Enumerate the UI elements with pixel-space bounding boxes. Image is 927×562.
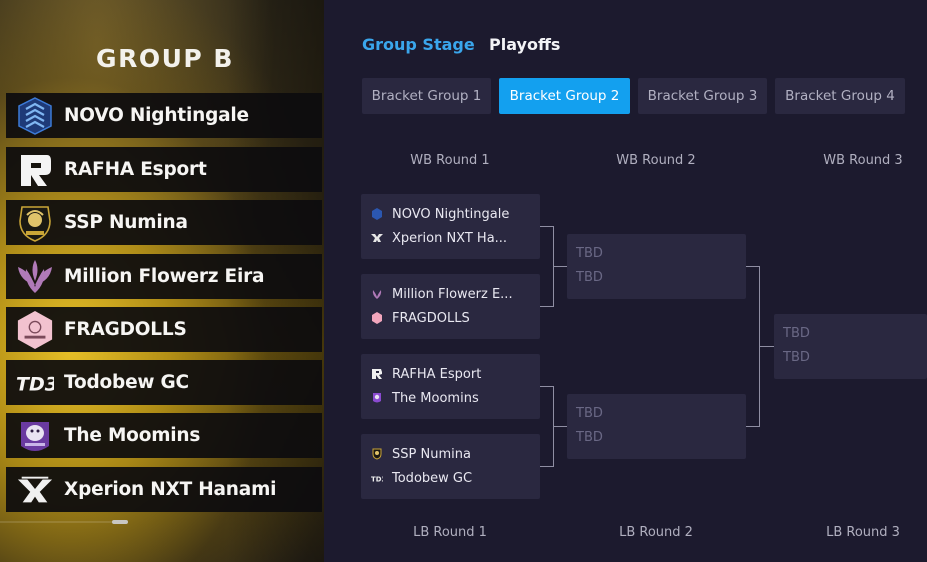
lb-round-3-label: LB Round 3 [826, 525, 900, 540]
novo-logo-icon [371, 208, 383, 220]
team-row-novo[interactable]: NOVO Nightingale [6, 93, 322, 138]
todobew-logo-icon: TD3 [16, 364, 54, 402]
team-name: Todobew GC [64, 372, 189, 393]
team-row-xperion[interactable]: Xperion NXT Hanami [6, 467, 322, 512]
bracket-connector [540, 306, 553, 307]
svg-text:TD3: TD3 [371, 475, 383, 482]
match-team: Million Flowerz E... [371, 286, 513, 302]
group-title: GROUP B [96, 44, 234, 73]
lb-round-2-label: LB Round 2 [619, 525, 693, 540]
bracket-connector [746, 266, 759, 267]
team-name: NOVO Nightingale [64, 105, 249, 126]
tbd-label: TBD [576, 246, 603, 261]
ssp-logo-icon [16, 204, 54, 242]
wb-round-3-label: WB Round 3 [823, 153, 903, 168]
horizontal-scrollbar-thumb[interactable] [112, 520, 128, 524]
xperion-logo-icon [371, 232, 383, 244]
match-card-tbd[interactable]: TBD TBD [567, 234, 746, 299]
group-panel: GROUP B NOVO Nightingale RAFHA Esport SS… [0, 0, 324, 562]
team-row-rafha[interactable]: RAFHA Esport [6, 147, 322, 192]
bracket-connector [540, 226, 553, 227]
bracket-connector [553, 426, 567, 427]
svg-text:TD3: TD3 [16, 373, 54, 394]
team-name: Xperion NXT Hanami [64, 479, 277, 500]
tab-group-stage[interactable]: Group Stage [362, 35, 475, 54]
tbd-label: TBD [576, 430, 603, 445]
match-card[interactable]: NOVO Nightingale Xperion NXT Ha... [361, 194, 540, 259]
bracket-group-3-button[interactable]: Bracket Group 3 [638, 78, 767, 114]
match-team-name: SSP Numina [392, 446, 471, 462]
lb-round-1-label: LB Round 1 [413, 525, 487, 540]
tbd-label: TBD [783, 326, 810, 341]
horizontal-scrollbar-track[interactable] [0, 521, 128, 523]
ssp-logo-icon [371, 448, 383, 460]
match-team: NOVO Nightingale [371, 206, 509, 222]
todobew-logo-icon: TD3 [371, 472, 383, 484]
bracket-connector [759, 346, 774, 347]
team-name: FRAGDOLLS [64, 319, 187, 340]
wb-round-1-label: WB Round 1 [410, 153, 490, 168]
match-team-name: RAFHA Esport [392, 366, 482, 382]
tbd-label: TBD [576, 406, 603, 421]
tbd-label: TBD [783, 350, 810, 365]
match-team: FRAGDOLLS [371, 310, 470, 326]
team-row-moomins[interactable]: The Moomins [6, 413, 322, 458]
team-row-todobew[interactable]: TD3 Todobew GC [6, 360, 322, 405]
team-row-million-flowerz[interactable]: Million Flowerz Eira [6, 254, 322, 299]
match-team-name: Xperion NXT Ha... [392, 230, 508, 246]
match-team-name: FRAGDOLLS [392, 310, 470, 326]
match-team: SSP Numina [371, 446, 471, 462]
team-name: Million Flowerz Eira [64, 266, 265, 287]
novo-logo-icon [16, 96, 54, 135]
team-name: The Moomins [64, 425, 201, 446]
wb-round-2-label: WB Round 2 [616, 153, 696, 168]
fragdolls-logo-icon [16, 310, 54, 349]
moomins-logo-icon [371, 392, 383, 404]
match-team: TD3 Todobew GC [371, 470, 472, 486]
match-card[interactable]: Million Flowerz E... FRAGDOLLS [361, 274, 540, 339]
fragdolls-logo-icon [371, 312, 383, 324]
team-name: SSP Numina [64, 212, 188, 233]
bracket-connector [746, 426, 759, 427]
match-team-name: The Moomins [392, 390, 479, 406]
match-team-name: NOVO Nightingale [392, 206, 510, 222]
bracket-group-2-button[interactable]: Bracket Group 2 [499, 78, 630, 114]
rafha-logo-icon [16, 151, 54, 189]
million-flowerz-logo-icon [16, 258, 54, 296]
bracket-connector [540, 386, 553, 387]
team-name: RAFHA Esport [64, 159, 207, 180]
rafha-logo-icon [371, 368, 383, 380]
bracket-connector [553, 266, 567, 267]
team-row-ssp[interactable]: SSP Numina [6, 200, 322, 245]
bracket-group-4-button[interactable]: Bracket Group 4 [775, 78, 905, 114]
match-card-tbd[interactable]: TBD TBD [774, 314, 927, 379]
bracket-connector [540, 466, 553, 467]
match-card[interactable]: RAFHA Esport The Moomins [361, 354, 540, 419]
moomins-logo-icon [16, 417, 54, 455]
match-team: Xperion NXT Ha... [371, 230, 507, 246]
match-team-name: Todobew GC [392, 470, 473, 486]
million-flowerz-logo-icon [371, 288, 383, 300]
match-card-tbd[interactable]: TBD TBD [567, 394, 746, 459]
match-team-name: Million Flowerz E... [392, 286, 513, 302]
xperion-logo-icon [16, 471, 54, 509]
tbd-label: TBD [576, 270, 603, 285]
team-row-fragdolls[interactable]: FRAGDOLLS [6, 307, 322, 352]
match-team: The Moomins [371, 390, 479, 406]
match-card[interactable]: SSP Numina TD3 Todobew GC [361, 434, 540, 499]
bracket-panel: Group Stage Playoffs Bracket Group 1 Bra… [324, 0, 927, 562]
match-team: RAFHA Esport [371, 366, 481, 382]
bracket-group-1-button[interactable]: Bracket Group 1 [362, 78, 491, 114]
tab-playoffs[interactable]: Playoffs [489, 35, 560, 54]
